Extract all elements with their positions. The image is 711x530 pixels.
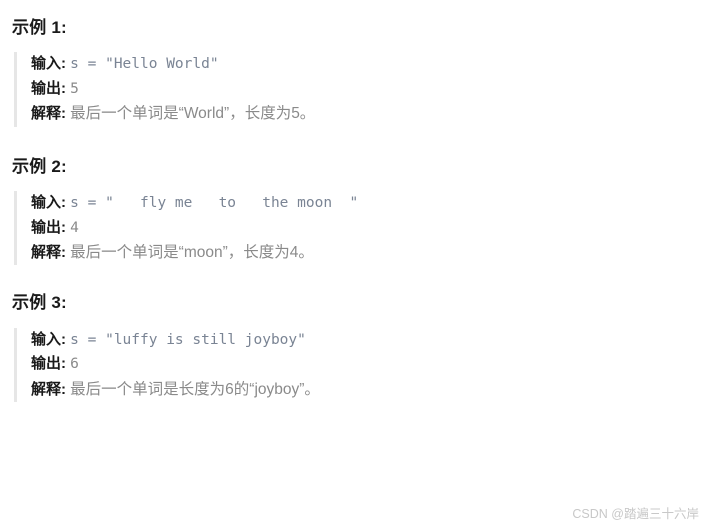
example-input-value-3: s = "luffy is still joyboy" [70, 331, 306, 348]
input-label: 输入: [31, 330, 71, 348]
example-output-value-1: 5 [70, 80, 79, 97]
example-output-value-2: 4 [70, 219, 79, 236]
example-input-value-2: s = " fly me to the moon " [70, 195, 359, 212]
example-explanation-value-2: 最后一个单词是“moon”，长度为4。 [70, 244, 314, 262]
example-input-value-1: s = "Hello World" [70, 56, 219, 73]
example-output-line-3: 输出: 6 [31, 352, 711, 376]
example-block-2: 示例 2: 输入: s = " fly me to the moon " 输出:… [0, 157, 711, 266]
example-block-1: 示例 1: 输入: s = "Hello World" 输出: 5 解释: 最后… [0, 18, 711, 127]
example-explanation-line-2: 解释: 最后一个单词是“moon”，长度为4。 [31, 240, 711, 265]
examples-page: 示例 1: 输入: s = "Hello World" 输出: 5 解释: 最后… [0, 0, 711, 530]
example-explanation-value-1: 最后一个单词是“World”，长度为5。 [70, 105, 316, 123]
input-label: 输入: [31, 55, 71, 73]
example-title-2: 示例 2: [12, 156, 67, 176]
explanation-label: 解释: [31, 380, 71, 398]
explanation-label: 解释: [31, 105, 71, 123]
output-label: 输出: [31, 218, 71, 236]
example-input-line-1: 输入: s = "Hello World" [31, 52, 711, 76]
example-quote-2: 输入: s = " fly me to the moon " 输出: 4 解释:… [14, 191, 711, 266]
example-output-value-3: 6 [70, 356, 79, 373]
example-output-line-1: 输出: 5 [31, 77, 711, 101]
example-quote-3: 输入: s = "luffy is still joyboy" 输出: 6 解释… [14, 327, 711, 402]
csdn-watermark: CSDN @踏遍三十六岸 [572, 507, 699, 521]
example-title-1: 示例 1: [12, 18, 67, 37]
example-title-3: 示例 3: [12, 293, 67, 313]
example-explanation-line-1: 解释: 最后一个单词是“World”，长度为5。 [31, 101, 711, 126]
example-explanation-line-3: 解释: 最后一个单词是长度为6的“joyboy”。 [31, 377, 711, 402]
example-block-3: 示例 3: 输入: s = "luffy is still joyboy" 输出… [0, 293, 711, 402]
example-quote-1: 输入: s = "Hello World" 输出: 5 解释: 最后一个单词是“… [14, 52, 711, 127]
example-output-line-2: 输出: 4 [31, 216, 711, 240]
output-label: 输出: [31, 79, 71, 97]
example-input-line-3: 输入: s = "luffy is still joyboy" [31, 328, 711, 352]
input-label: 输入: [31, 194, 71, 212]
example-explanation-value-3: 最后一个单词是长度为6的“joyboy”。 [70, 380, 320, 398]
output-label: 输出: [31, 355, 71, 373]
example-input-line-2: 输入: s = " fly me to the moon " [31, 191, 711, 215]
explanation-label: 解释: [31, 244, 71, 262]
